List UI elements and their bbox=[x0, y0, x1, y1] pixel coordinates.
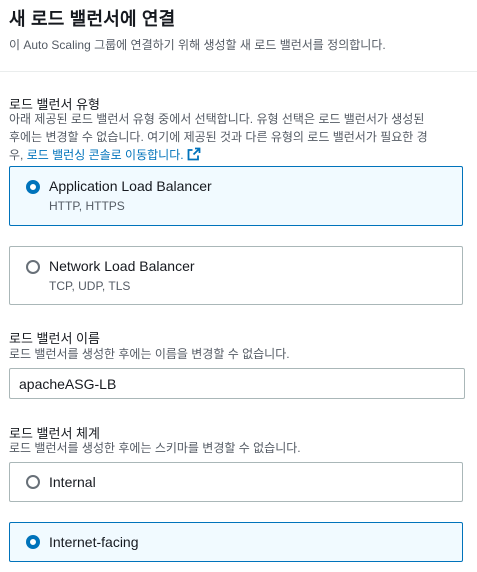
application-load-balancer-radio[interactable] bbox=[26, 180, 40, 194]
network-load-balancer-option[interactable]: Network Load Balancer TCP, UDP, TLS bbox=[9, 246, 463, 305]
internal-scheme-option[interactable]: Internal bbox=[9, 462, 463, 502]
lb-type-description-line-3: 우, 로드 밸런싱 콘솔로 이동합니다. bbox=[9, 146, 467, 166]
lb-type-description: 아래 제공된 로드 밸런서 유형 중에서 선택합니다. 유형 선택은 로드 밸런… bbox=[9, 110, 467, 166]
panel-title: 새 로드 밸런서에 연결 bbox=[9, 9, 176, 29]
internet-facing-scheme-option[interactable]: Internet-facing bbox=[9, 522, 463, 562]
network-load-balancer-protocols: TCP, UDP, TLS bbox=[49, 279, 131, 293]
external-link-icon[interactable] bbox=[187, 147, 201, 166]
lb-scheme-description: 로드 밸런서를 생성한 후에는 스키마를 변경할 수 없습니다. bbox=[9, 441, 301, 455]
load-balancing-console-link[interactable]: 로드 밸런싱 콘솔로 이동합니다. bbox=[27, 148, 184, 162]
application-load-balancer-option[interactable]: Application Load Balancer HTTP, HTTPS bbox=[9, 166, 463, 226]
lb-name-description: 로드 밸런서를 생성한 후에는 이름을 변경할 수 없습니다. bbox=[9, 347, 290, 361]
load-balancer-panel: 새 로드 밸런서에 연결 이 Auto Scaling 그룹에 연결하기 위해 … bbox=[0, 0, 477, 572]
lb-type-description-line-2: 후에는 변경할 수 없습니다. 여기에 제공된 것과 다른 유형의 로드 밸런서… bbox=[9, 130, 428, 144]
lb-type-description-line-1: 아래 제공된 로드 밸런서 유형 중에서 선택합니다. 유형 선택은 로드 밸런… bbox=[9, 112, 425, 126]
network-load-balancer-title: Network Load Balancer bbox=[49, 258, 195, 274]
application-load-balancer-title: Application Load Balancer bbox=[49, 178, 212, 194]
internal-scheme-radio[interactable] bbox=[26, 475, 40, 489]
lb-name-input[interactable]: apacheASG-LB bbox=[9, 368, 465, 399]
lb-name-value[interactable]: apacheASG-LB bbox=[19, 376, 116, 392]
internet-facing-scheme-label: Internet-facing bbox=[49, 534, 139, 550]
internet-facing-scheme-radio[interactable] bbox=[26, 535, 40, 549]
panel-description: 이 Auto Scaling 그룹에 연결하기 위해 생성할 새 로드 밸런서를… bbox=[9, 38, 386, 52]
application-load-balancer-protocols: HTTP, HTTPS bbox=[49, 199, 125, 213]
network-load-balancer-radio[interactable] bbox=[26, 260, 40, 274]
internal-scheme-label: Internal bbox=[49, 474, 96, 490]
panel-header: 새 로드 밸런서에 연결 이 Auto Scaling 그룹에 연결하기 위해 … bbox=[0, 0, 477, 72]
lb-type-description-prefix: 우, bbox=[9, 148, 27, 162]
